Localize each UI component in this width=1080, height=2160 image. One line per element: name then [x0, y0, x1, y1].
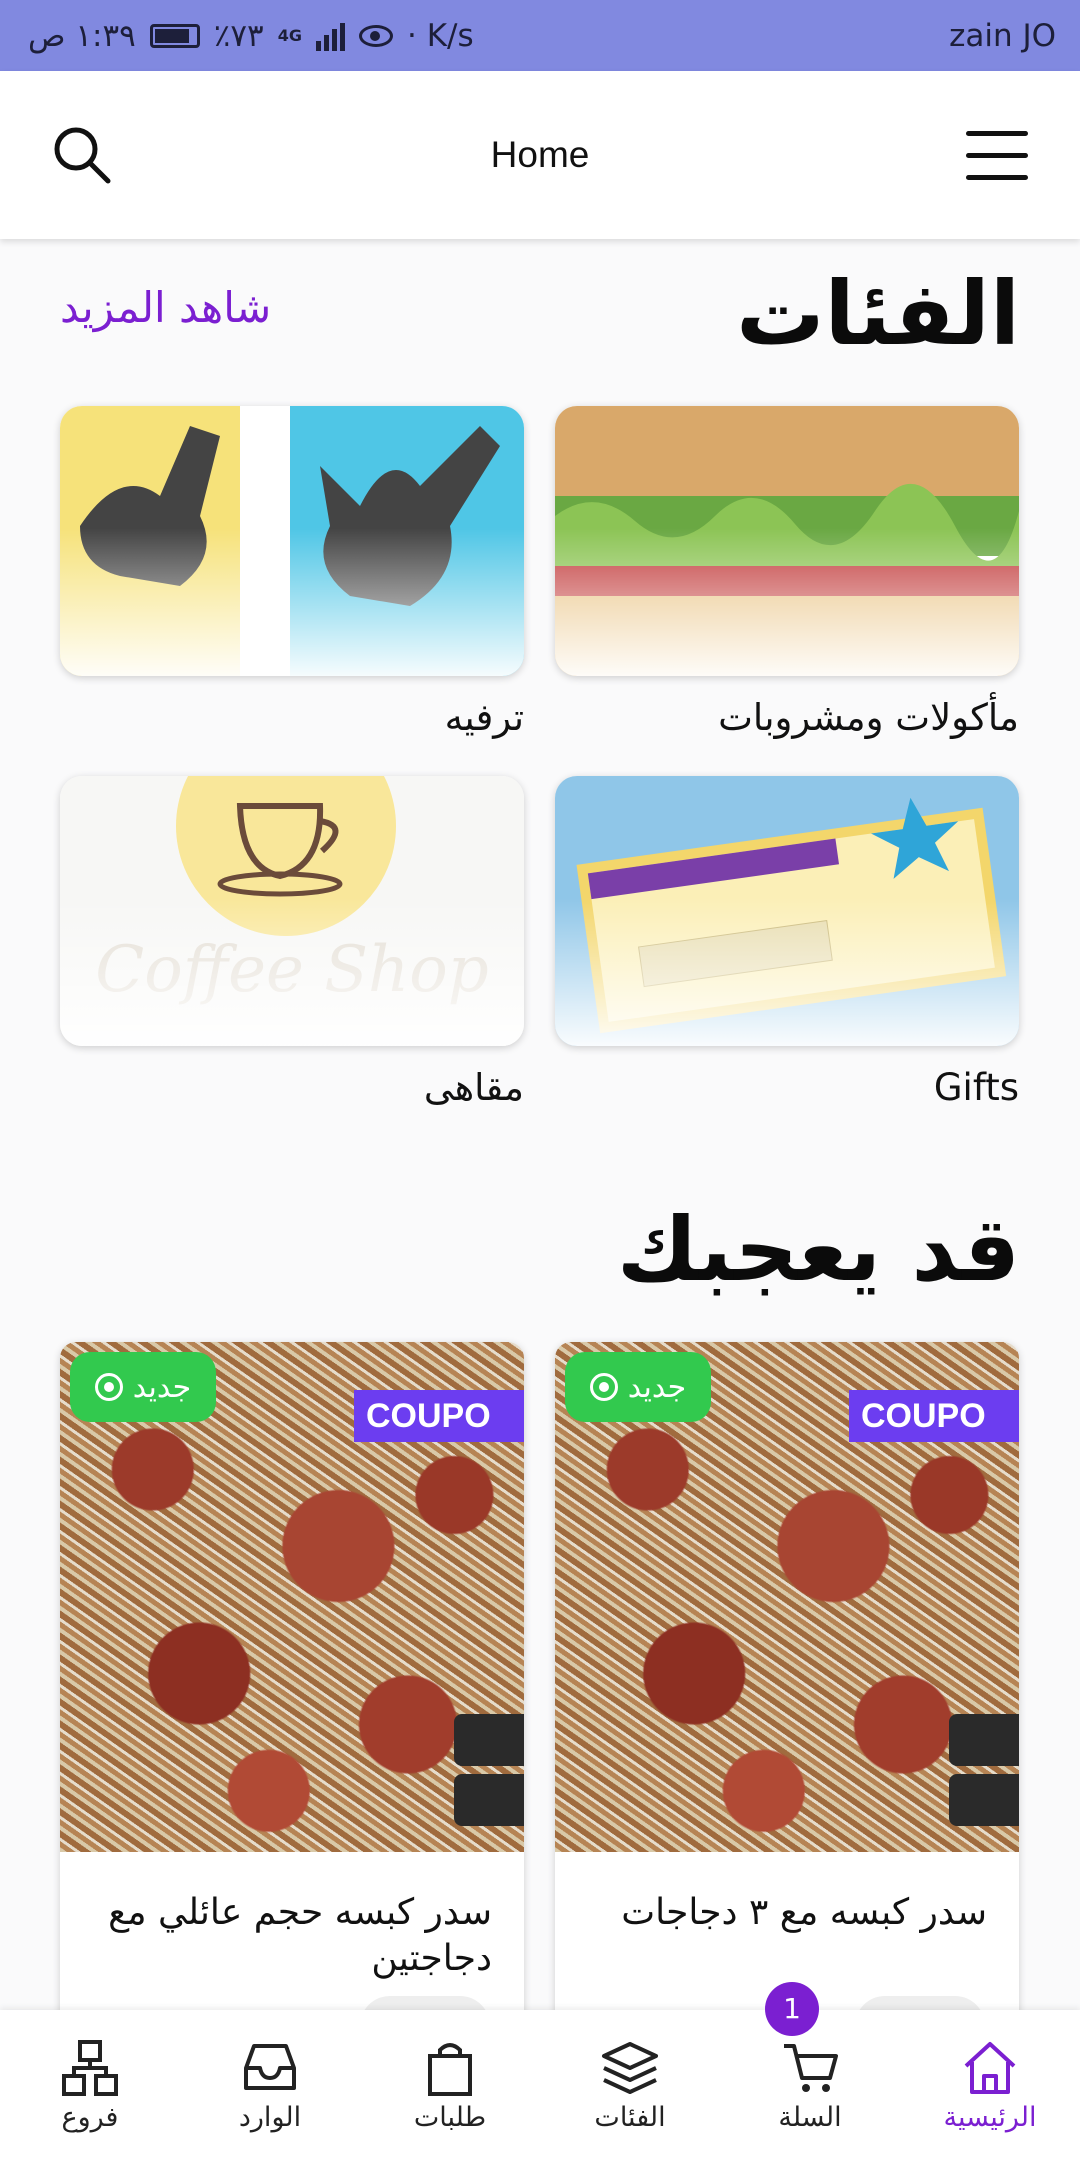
- status-left: ١:٣٩ ص ٪٧٣ 4G · K/s: [28, 18, 474, 54]
- category-card-gifts[interactable]: [555, 776, 1019, 1046]
- categories-title: الفئات: [736, 262, 1020, 365]
- category-label: ترفيه: [444, 696, 524, 739]
- nav-item-orders[interactable]: طلبات: [360, 2010, 540, 2160]
- app-bar: Home: [0, 71, 1080, 239]
- network-type: 4G: [277, 26, 302, 45]
- page-title: Home: [490, 134, 590, 175]
- signal-icon: [315, 21, 345, 51]
- inbox-icon: [244, 2044, 296, 2090]
- product-card[interactable]: COUPO جديد سدر كبسه حجم عائلي مع دجاجتين: [60, 1342, 524, 2062]
- nav-item-home[interactable]: الرئيسية: [900, 2010, 1080, 2160]
- status-bar: ١:٣٩ ص ٪٧٣ 4G · K/s zain JO: [0, 0, 1080, 71]
- clock: ١:٣٩ ص: [28, 17, 136, 54]
- category-label: Gifts: [933, 1066, 1019, 1109]
- coupo-banner: COUPO: [354, 1390, 524, 1442]
- image-fade: [60, 527, 524, 676]
- app-store-badge: [454, 1714, 524, 1766]
- battery-level: ٪٧٣: [213, 17, 264, 54]
- image-fade: [555, 527, 1019, 676]
- cart-icon: [784, 2044, 838, 2092]
- branches-icon: [62, 2040, 118, 2096]
- nav-label: الوارد: [238, 2102, 302, 2133]
- network-speed: · K/s: [406, 17, 474, 54]
- app-store-badge: [949, 1714, 1019, 1766]
- cart-count-badge: 1: [765, 1982, 819, 2036]
- bottom-navigation: الرئيسية السلة الفئات طلبات الوارد فروع: [0, 2010, 1080, 2160]
- shopping-bag-icon: [428, 2043, 472, 2096]
- radio-dot-icon: [94, 1373, 123, 1401]
- product-name: سدر كبسه حجم عائلي مع دجاجتين: [108, 1892, 492, 1979]
- new-badge-label: جديد: [627, 1369, 687, 1405]
- carrier-name: zain JO: [949, 17, 1056, 54]
- product-name: سدر كبسه مع ٣ دجاجات: [621, 1892, 987, 1933]
- category-label: مقاهى: [423, 1066, 524, 1109]
- google-play-badge: [949, 1774, 1019, 1826]
- see-more-link[interactable]: شاهد المزيد: [60, 283, 271, 332]
- nav-item-categories[interactable]: الفئات: [540, 2010, 720, 2160]
- nav-label: الفئات: [594, 2102, 666, 2133]
- nav-label: فروع: [61, 2102, 119, 2133]
- coupo-banner: COUPO: [849, 1390, 1019, 1442]
- category-card-entertainment[interactable]: [60, 406, 524, 676]
- nav-item-inbox[interactable]: الوارد: [180, 2010, 360, 2160]
- home-icon: [964, 2042, 1016, 2094]
- image-fade: [60, 897, 524, 1046]
- product-card[interactable]: COUPO جديد سدر كبسه مع ٣ دجاجات: [555, 1342, 1019, 2062]
- radio-dot-icon: [589, 1373, 618, 1401]
- category-card-cafes[interactable]: Coffee Shop: [60, 776, 524, 1046]
- nav-item-cart[interactable]: السلة: [720, 2010, 900, 2160]
- battery-icon: [149, 23, 200, 48]
- category-label: مأكولات ومشروبات: [718, 696, 1019, 739]
- nav-label: السلة: [778, 2102, 842, 2133]
- new-badge: جديد: [70, 1352, 216, 1422]
- recommended-title: قد يعجبك: [616, 1198, 1020, 1301]
- new-badge: جديد: [565, 1352, 711, 1422]
- layers-icon: [602, 2042, 658, 2094]
- nav-item-branches[interactable]: فروع: [0, 2010, 180, 2160]
- category-card-food[interactable]: [555, 406, 1019, 676]
- eye-comfort-icon: [358, 24, 393, 47]
- nav-label: طلبات: [413, 2102, 487, 2133]
- google-play-badge: [454, 1774, 524, 1826]
- hamburger-menu-icon[interactable]: [966, 131, 1028, 181]
- nav-label: الرئيسية: [943, 2102, 1037, 2133]
- image-fade: [555, 897, 1019, 1046]
- new-badge-label: جديد: [132, 1369, 192, 1405]
